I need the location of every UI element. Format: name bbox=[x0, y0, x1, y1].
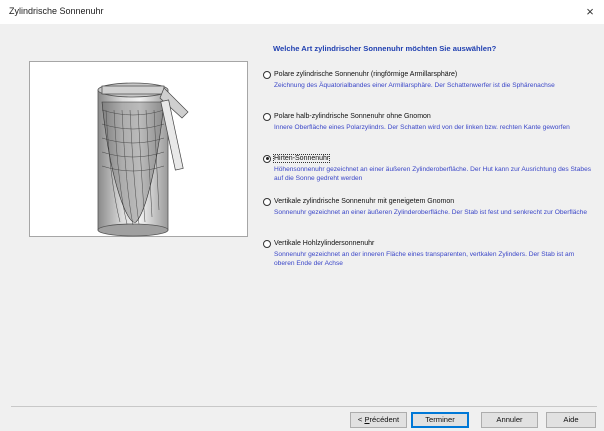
radio-button[interactable] bbox=[263, 70, 271, 79]
option-label[interactable]: Vertikale zylindrische Sonnenuhr mit gen… bbox=[274, 198, 454, 205]
option-description: Sonnenuhr gezeichnet an einer äußeren Zy… bbox=[274, 209, 588, 216]
cancel-button[interactable]: Annuler bbox=[481, 412, 538, 428]
option-label[interactable]: Vertikale Hohlzylindersonnenuhr bbox=[274, 240, 374, 247]
option-label[interactable]: Polare zylindrische Sonnenuhr (ringförmi… bbox=[274, 71, 457, 78]
radio-button-selected[interactable] bbox=[263, 154, 271, 163]
close-icon[interactable]: × bbox=[580, 2, 600, 22]
finish-button[interactable]: Terminer bbox=[411, 412, 469, 428]
window-title: Zylindrische Sonnenuhr bbox=[9, 6, 104, 16]
radio-button[interactable] bbox=[263, 197, 271, 206]
option-description: Zeichnung des Äquatorialbandes einer Arm… bbox=[274, 82, 555, 89]
help-button[interactable]: Aide bbox=[546, 412, 596, 428]
option-polar-armillary[interactable]: Polare zylindrische Sonnenuhr (ringförmi… bbox=[263, 69, 593, 91]
radio-button[interactable] bbox=[263, 239, 271, 248]
option-label[interactable]: Polare halb-zylindrische Sonnenuhr ohne … bbox=[274, 113, 431, 120]
question-heading: Welche Art zylindrischer Sonnenuhr möcht… bbox=[273, 44, 497, 53]
option-description: Höhensonnenuhr gezeichnet an einer äußer… bbox=[274, 166, 592, 182]
option-shepherd-sundial[interactable]: Hirten-Sonnenuhr Höhensonnenuhr gezeichn… bbox=[263, 153, 593, 183]
option-vertical-inclined-gnomon[interactable]: Vertikale zylindrische Sonnenuhr mit gen… bbox=[263, 196, 593, 218]
option-description: Innere Oberfläche eines Polarzylindrs. D… bbox=[274, 124, 570, 131]
option-description: Sonnenuhr gezeichnet an der inneren Fläc… bbox=[274, 251, 575, 267]
shepherd-sundial-illustration bbox=[97, 82, 189, 237]
option-vertical-hollow-cylinder[interactable]: Vertikale Hohlzylindersonnenuhr Sonnenuh… bbox=[263, 238, 593, 268]
option-polar-half-cylinder[interactable]: Polare halb-zylindrische Sonnenuhr ohne … bbox=[263, 111, 593, 133]
back-button[interactable]: < Précédent bbox=[350, 412, 407, 428]
option-label[interactable]: Hirten-Sonnenuhr bbox=[272, 154, 331, 163]
back-label-rest: récédent bbox=[369, 415, 400, 424]
sundial-preview-image bbox=[29, 61, 248, 237]
footer-divider bbox=[11, 406, 597, 407]
radio-button[interactable] bbox=[263, 112, 271, 121]
title-bar: Zylindrische Sonnenuhr × bbox=[0, 0, 604, 24]
